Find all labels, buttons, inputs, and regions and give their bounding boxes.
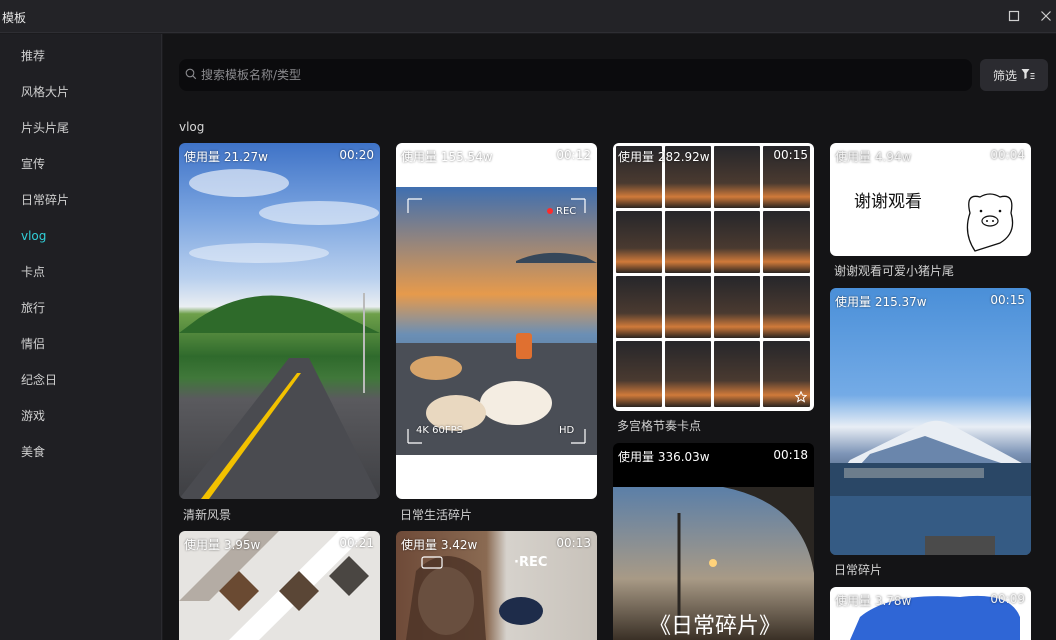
sidebar-item-style[interactable]: 风格大片: [0, 76, 162, 108]
filter-icon: [1021, 68, 1035, 83]
card-thumbnail: [830, 420, 1031, 555]
card-caption: 清新风景: [183, 508, 232, 522]
rec-label: REC: [556, 206, 577, 217]
duration: 00:18: [773, 448, 808, 462]
search-icon: [185, 68, 197, 83]
pig-illustration: [966, 193, 1014, 252]
sidebar-item-daily[interactable]: 日常碎片: [0, 184, 162, 216]
category-sidebar: 推荐 风格大片 片头片尾 宣传 日常碎片 vlog 卡点 旅行 情侣 纪念日 游…: [0, 34, 162, 640]
usage-count: 使用量 282.92w: [618, 150, 710, 164]
template-card[interactable]: 《日常碎片》 使用量 336.03w 00:18: [613, 443, 814, 640]
sidebar-item-couple[interactable]: 情侣: [0, 328, 162, 360]
card-caption: 多宫格节奏卡点: [617, 419, 702, 433]
duration: 00:13: [556, 536, 591, 550]
title-bar: 模板: [0, 0, 1056, 33]
window-title: 模板: [2, 11, 27, 25]
rec-art-text: ·REC: [514, 555, 548, 570]
template-card[interactable]: ·REC 使用量 3.42w 00:13: [396, 531, 597, 640]
duration: 00:12: [556, 148, 591, 162]
duration: 00:20: [339, 148, 374, 162]
sidebar-item-beat[interactable]: 卡点: [0, 256, 162, 288]
card-thumbnail: [396, 187, 597, 455]
template-card[interactable]: 使用量 215.37w 00:15: [830, 288, 1031, 555]
section-title: vlog: [179, 120, 205, 134]
card-caption: 日常碎片: [834, 563, 883, 577]
usage-count: 使用量 336.03w: [618, 450, 710, 464]
usage-count: 使用量 155.54w: [401, 150, 493, 164]
template-card[interactable]: REC 4K 60FPS HD 使用量 155.54w 00:12: [396, 143, 597, 499]
duration: 00:09: [990, 592, 1025, 606]
usage-count: 使用量 3.78w: [835, 594, 912, 608]
template-main: 筛选 vlog 使用量 21.27w 00:20 清新风景: [163, 34, 1056, 640]
sidebar-item-food[interactable]: 美食: [0, 436, 162, 468]
usage-count: 使用量 215.37w: [835, 295, 927, 309]
duration: 00:21: [339, 536, 374, 550]
hd-label: HD: [559, 425, 575, 436]
card-caption: 谢谢观看可爱小猪片尾: [834, 264, 955, 278]
sidebar-item-recommend[interactable]: 推荐: [0, 40, 162, 72]
sidebar-item-vlog[interactable]: vlog: [0, 220, 162, 252]
template-card[interactable]: 使用量 3.95w 00:21: [179, 531, 380, 640]
window-close-icon[interactable]: [1039, 9, 1053, 23]
usage-count: 使用量 3.42w: [401, 538, 478, 552]
sidebar-item-game[interactable]: 游戏: [0, 400, 162, 432]
thanks-text: 谢谢观看: [854, 192, 922, 212]
filter-label: 筛选: [993, 69, 1018, 83]
star-icon[interactable]: [794, 390, 808, 406]
duration: 00:15: [773, 148, 808, 162]
filter-button[interactable]: 筛选: [980, 59, 1048, 91]
sidebar-item-promo[interactable]: 宣传: [0, 148, 162, 180]
sidebar-item-travel[interactable]: 旅行: [0, 292, 162, 324]
template-card[interactable]: 谢谢观看 使用量 4.94w 00:04: [830, 143, 1031, 256]
sidebar-item-intro-outro[interactable]: 片头片尾: [0, 112, 162, 144]
card-thumbnail: [179, 169, 380, 499]
window-maximize-icon[interactable]: [1007, 9, 1021, 23]
search-bar[interactable]: [179, 59, 972, 91]
template-card[interactable]: 使用量 21.27w 00:20: [179, 143, 380, 499]
template-card[interactable]: 使用量 3.78w 00:09: [830, 587, 1031, 640]
usage-count: 使用量 3.95w: [184, 538, 261, 552]
duration: 00:15: [990, 293, 1025, 307]
template-card[interactable]: 使用量 282.92w 00:15: [613, 143, 814, 411]
usage-count: 使用量 4.94w: [835, 150, 912, 164]
daily-title-text: 《日常碎片》: [649, 614, 782, 639]
usage-count: 使用量 21.27w: [184, 150, 268, 164]
search-input[interactable]: [201, 59, 961, 91]
card-caption: 日常生活碎片: [400, 508, 473, 522]
fps-label: 4K 60FPS: [416, 425, 463, 436]
sidebar-item-anniversary[interactable]: 纪念日: [0, 364, 162, 396]
duration: 00:04: [990, 148, 1025, 162]
